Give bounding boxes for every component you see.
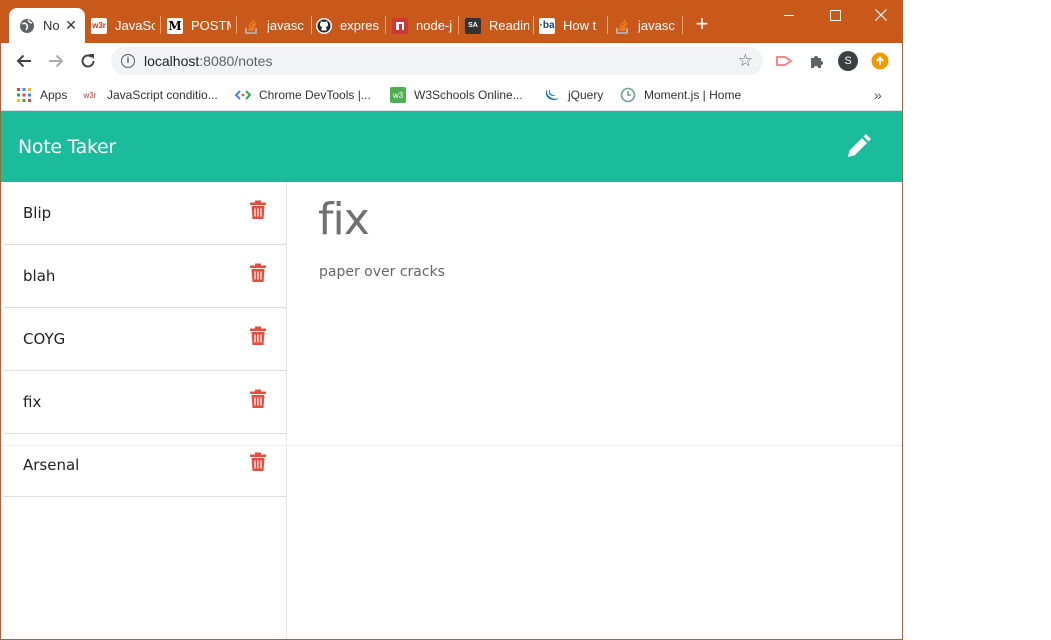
bookmark-label: Moment.js | Home xyxy=(644,88,742,102)
bookmark-apps[interactable]: Apps xyxy=(16,86,67,104)
tab-title: POSTM xyxy=(191,18,231,33)
stackoverflow-icon xyxy=(614,18,630,34)
tab-separator xyxy=(682,16,683,34)
npm-icon xyxy=(392,17,408,34)
minimize-button[interactable] xyxy=(766,0,812,30)
tab-how-to[interactable]: ·ba How t xyxy=(539,8,607,43)
ba-icon: ·ba xyxy=(539,17,555,34)
tab-reading[interactable]: SA Readin xyxy=(465,8,533,43)
devtools-icon xyxy=(235,87,251,103)
bookmark-label: jQuery xyxy=(568,88,604,102)
medium-icon: M xyxy=(167,17,183,34)
url-host: localhost xyxy=(144,53,200,69)
browser-toolbar: i localhost:8080/notes ☆ S xyxy=(1,43,902,79)
close-window-button[interactable] xyxy=(858,0,902,30)
jquery-icon xyxy=(544,87,560,103)
tab-javascript[interactable]: w3r JavaSc xyxy=(91,8,159,43)
w3r-icon: w3r xyxy=(91,17,107,34)
note-title[interactable]: fix xyxy=(318,194,370,245)
bookmark-chrome-devtools[interactable]: Chrome DevTools |... xyxy=(235,86,371,104)
bookmark-momentjs[interactable]: Moment.js | Home xyxy=(620,86,741,104)
pencil-icon xyxy=(848,134,871,157)
note-item-title: blah xyxy=(23,267,56,285)
back-button[interactable] xyxy=(12,49,36,73)
bookmark-label: Apps xyxy=(40,88,68,102)
trash-icon[interactable] xyxy=(249,389,267,409)
bookmark-w3schools[interactable]: w3 W3Schools Online... xyxy=(390,86,523,104)
github-icon xyxy=(316,17,332,34)
note-item-title: fix xyxy=(23,393,42,411)
sa-icon: SA xyxy=(465,17,481,34)
new-note-button[interactable] xyxy=(844,131,874,161)
tab-javascript-so-2[interactable]: javasc xyxy=(614,8,682,43)
tab-title: JavaSc xyxy=(115,18,155,33)
tab-separator xyxy=(236,16,237,34)
browser-window: No ✕ w3r JavaSc M POSTM javasc expres xyxy=(0,0,903,640)
tab-title: Readin xyxy=(489,18,529,33)
extensions-puzzle-icon[interactable] xyxy=(807,51,827,71)
tab-separator xyxy=(385,16,386,34)
list-item[interactable]: COYG xyxy=(3,308,286,371)
app-navbar: Note Taker xyxy=(1,111,902,182)
tab-express[interactable]: expres xyxy=(316,8,384,43)
tab-title: javasc xyxy=(267,18,304,33)
notes-list: Blip blah COYG fix Arsenal xyxy=(1,182,287,639)
bookmark-label: JavaScript conditio... xyxy=(107,88,218,102)
note-item-title: COYG xyxy=(23,330,66,348)
forward-button[interactable] xyxy=(44,49,68,73)
new-tab-button[interactable]: + xyxy=(691,12,713,36)
trash-icon[interactable] xyxy=(249,452,267,472)
close-tab-icon[interactable]: ✕ xyxy=(64,18,78,32)
avatar-initial: S xyxy=(844,55,852,67)
bookmark-javascript-conditionals[interactable]: w3r JavaScript conditio... xyxy=(81,86,218,104)
bookmarks-bar: Apps w3r JavaScript conditio... Chrome D… xyxy=(1,79,902,111)
app-brand[interactable]: Note Taker xyxy=(18,136,116,158)
bottom-divider xyxy=(1,445,902,446)
bookmark-label: Chrome DevTools |... xyxy=(259,88,371,102)
globe-icon xyxy=(19,18,35,34)
tab-separator xyxy=(458,16,459,34)
w3r-icon: w3r xyxy=(83,90,97,100)
tab-node-js[interactable]: node-j xyxy=(392,8,458,43)
clock-icon xyxy=(620,87,636,103)
bookmark-jquery[interactable]: jQuery xyxy=(544,86,603,104)
tab-title: How t xyxy=(563,18,597,33)
list-item[interactable]: fix xyxy=(3,371,286,434)
bookmark-star-icon[interactable]: ☆ xyxy=(738,51,753,71)
note-item-title: Arsenal xyxy=(23,456,80,474)
address-bar[interactable]: i localhost:8080/notes ☆ xyxy=(111,47,763,75)
maximize-button[interactable] xyxy=(812,0,858,30)
cast-extension-icon[interactable] xyxy=(775,51,795,71)
trash-icon[interactable] xyxy=(249,326,267,346)
tab-title: javasc xyxy=(638,18,675,33)
list-item[interactable]: blah xyxy=(3,245,286,308)
more-bookmarks-icon[interactable]: » xyxy=(874,86,882,104)
avatar[interactable]: S xyxy=(838,51,858,71)
note-text[interactable]: paper over cracks xyxy=(319,264,445,280)
url-text: localhost:8080/notes xyxy=(144,53,272,69)
tab-separator xyxy=(533,16,534,34)
bookmark-label: W3Schools Online... xyxy=(414,88,523,102)
reload-button[interactable] xyxy=(76,49,100,73)
tab-postman[interactable]: M POSTM xyxy=(167,8,235,43)
info-icon[interactable]: i xyxy=(121,54,135,68)
tab-bar: No ✕ w3r JavaSc M POSTM javasc expres xyxy=(1,0,902,43)
tab-separator xyxy=(607,16,608,34)
w3schools-icon: w3 xyxy=(390,87,406,103)
list-item[interactable]: Arsenal xyxy=(3,434,286,497)
trash-icon[interactable] xyxy=(249,263,267,283)
tab-title: expres xyxy=(340,18,380,33)
apps-icon xyxy=(16,87,32,103)
url-path: :8080/notes xyxy=(199,53,273,69)
list-item[interactable]: Blip xyxy=(3,182,286,245)
tab-separator xyxy=(311,16,312,34)
tab-javascript-so[interactable]: javasc xyxy=(243,8,311,43)
note-view: fix paper over cracks xyxy=(288,182,902,639)
stackoverflow-icon xyxy=(243,18,259,34)
note-item-title: Blip xyxy=(23,204,52,222)
trash-icon[interactable] xyxy=(249,200,267,220)
tab-title: node-j xyxy=(416,18,453,33)
tab-separator xyxy=(160,16,161,34)
update-icon[interactable] xyxy=(870,51,890,71)
